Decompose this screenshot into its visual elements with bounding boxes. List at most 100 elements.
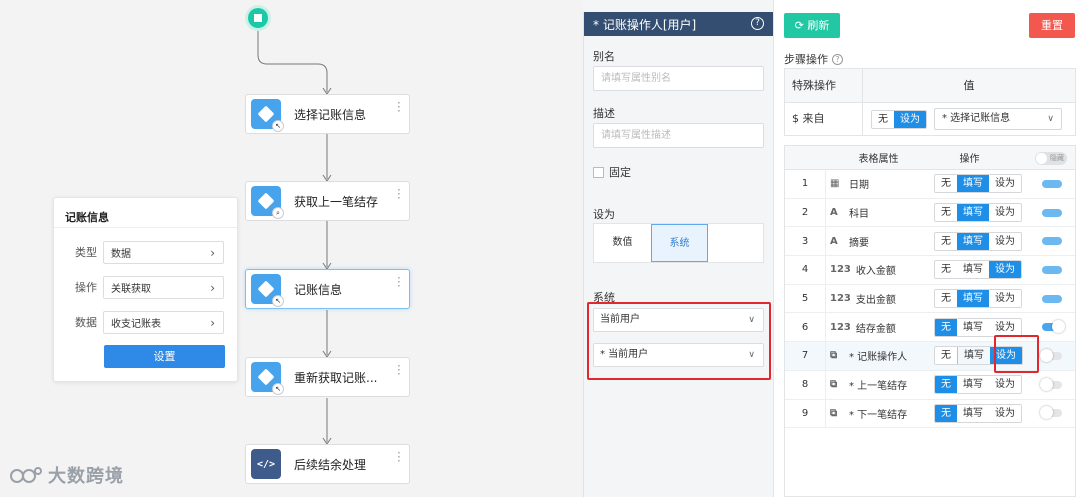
op-option[interactable]: 设为 — [989, 318, 1021, 336]
more-icon[interactable]: · · · — [397, 97, 401, 117]
node-label: 获取上一笔结存 — [294, 194, 379, 209]
field-type-icon: ⧉ — [830, 407, 838, 419]
source-select[interactable]: * 选择记账信息 ∨ — [934, 108, 1062, 130]
row-visibility-toggle[interactable] — [1040, 406, 1062, 420]
field-type-icon: A — [830, 207, 838, 219]
op-option[interactable]: 填写 — [957, 318, 989, 336]
property-table: 表格属性 操作 隐藏 1 ▦ 日期无填写 设为 2 A 科目无填写 设为 3 A 摘要无填写 设为 4 1… — [784, 145, 1076, 497]
setas-option-system[interactable]: 系统 — [651, 224, 708, 262]
row-attribute: ⧉ * 上一笔结存 — [825, 370, 932, 399]
hide-all-toggle[interactable]: 隐藏 — [1035, 152, 1067, 165]
row-visibility-toggle[interactable] — [1042, 320, 1065, 334]
table-row[interactable]: 9 ⧉ * 下一笔结存无填写 设为 — [785, 399, 1075, 429]
row-op-toggle: 无填写 设为 — [934, 174, 1022, 194]
flow-node-get-last[interactable]: ⌕ 获取上一笔结存 · · · — [245, 181, 410, 221]
cube-cursor-icon: ↖ — [251, 362, 284, 395]
settings-button[interactable]: 设置 — [104, 345, 225, 368]
op-option[interactable]: 无 — [935, 404, 957, 422]
type-select[interactable]: 数据 › — [103, 240, 224, 264]
row-visibility-toggle[interactable] — [1042, 208, 1062, 217]
row-number: 5 — [801, 293, 809, 305]
field-type-icon: ⧉ — [830, 350, 838, 362]
row-visibility-toggle[interactable] — [1040, 348, 1062, 362]
row-visibility-toggle[interactable] — [1040, 377, 1062, 391]
row-attribute: A 摘要 — [825, 227, 932, 256]
op-option[interactable]: 无 — [935, 290, 957, 308]
row-visibility-toggle[interactable] — [1042, 179, 1062, 188]
op-option[interactable]: 填写 — [957, 347, 990, 365]
op-option[interactable]: 无 — [935, 376, 957, 394]
field-type-icon: ⧉ — [830, 379, 838, 391]
row-op-toggle: 无填写 设为 — [934, 231, 1022, 251]
watermark-logo-icon — [10, 467, 42, 483]
row-visibility-toggle[interactable] — [1042, 294, 1062, 303]
step-ops-title: 步骤操作? — [784, 51, 843, 67]
op-option[interactable]: 设为 — [989, 290, 1021, 308]
node-label: 记账信息 — [294, 282, 343, 297]
table-row[interactable]: 8 ⧉ * 上一笔结存无填写 设为 — [785, 370, 1075, 400]
chevron-right-icon: › — [210, 280, 215, 295]
op-option[interactable]: 无 — [935, 347, 957, 365]
reset-button[interactable]: 重置 — [1029, 13, 1075, 38]
more-icon[interactable]: · · · — [397, 184, 401, 204]
help-icon[interactable]: ? — [832, 53, 843, 65]
flow-node-select[interactable]: ↖ 选择记账信息 · · · — [245, 94, 410, 134]
row-visibility-toggle[interactable] — [1042, 237, 1062, 246]
op-option[interactable]: 填写 — [957, 261, 989, 279]
op-option[interactable]: 填写 — [957, 175, 989, 193]
table-row[interactable]: 2 A 科目无填写 设为 — [785, 198, 1075, 228]
table-header: 表格属性 操作 隐藏 — [785, 146, 1075, 170]
op-option[interactable]: 设为 — [989, 261, 1021, 279]
table-row[interactable]: 5 123 支出金额无填写 设为 — [785, 284, 1075, 314]
row-visibility-toggle[interactable] — [1042, 265, 1062, 274]
row-number: 1 — [801, 178, 809, 190]
table-row[interactable]: 4 123 收入金额无填写 设为 — [785, 256, 1075, 285]
op-option[interactable]: 无 — [935, 232, 957, 250]
more-icon[interactable]: · · · — [397, 360, 401, 380]
alias-input[interactable]: 请填写属性别名 — [593, 66, 764, 91]
row-op-toggle: 无填写 设为 — [934, 289, 1022, 309]
row-op-toggle: 无填写 设为 — [934, 260, 1022, 280]
cube-search-icon: ⌕ — [251, 186, 284, 219]
table-row[interactable]: 1 ▦ 日期无填写 设为 — [785, 170, 1075, 199]
setas-option-value[interactable]: 数值 — [594, 224, 651, 262]
data-select[interactable]: 收支记账表 › — [103, 310, 224, 334]
op-option[interactable]: 无 — [935, 204, 957, 222]
special-ops-table: 特殊操作 值 $ 来自 无 设为 * 选择记账信息 ∨ — [784, 68, 1076, 136]
help-icon[interactable]: ? — [751, 17, 764, 30]
op-option[interactable]: 设为 — [989, 232, 1021, 250]
start-flag-icon[interactable] — [248, 8, 268, 28]
op-option[interactable]: 填写 — [957, 376, 989, 394]
refresh-button[interactable]: ⟳ 刷新 — [784, 13, 840, 38]
op-option[interactable]: 设为 — [989, 204, 1021, 222]
option-none[interactable]: 无 — [872, 110, 894, 128]
operation-select[interactable]: 关联获取 › — [103, 275, 224, 299]
operations-panel: ⟳ 刷新 重置 步骤操作? 特殊操作 值 $ 来自 无 设为 * 选择记账信息 ∨… — [773, 0, 1080, 497]
flow-node-refetch[interactable]: ↖ 重新获取记账... · · · — [245, 357, 410, 397]
op-option[interactable]: 填写 — [957, 290, 989, 308]
op-option[interactable]: 填写 — [957, 204, 989, 222]
flow-node-record[interactable]: ↖ 记账信息 · · · — [245, 269, 410, 309]
op-option[interactable]: 设为 — [989, 175, 1021, 193]
table-row[interactable]: 3 A 摘要无填写 设为 — [785, 227, 1075, 257]
op-option[interactable]: 无 — [935, 318, 957, 336]
op-option[interactable]: 填写 — [957, 232, 989, 250]
desc-input[interactable]: 请填写属性描述 — [593, 123, 764, 148]
card-row-data: 数据 收支记账表 › — [54, 310, 239, 334]
more-icon[interactable]: · · · — [397, 447, 401, 467]
op-option[interactable]: 填写 — [957, 404, 989, 422]
op-option[interactable]: 无 — [935, 261, 957, 279]
alias-label: 别名 — [593, 50, 615, 63]
panel-header: * 记账操作人[用户] ? — [584, 12, 773, 36]
flow-node-followup[interactable]: </> 后续结余处理 · · · — [245, 444, 410, 484]
op-option[interactable]: 设为 — [989, 404, 1021, 422]
op-option[interactable]: 设为 — [989, 376, 1021, 394]
option-setas[interactable]: 设为 — [894, 110, 926, 128]
op-option[interactable]: 无 — [935, 175, 957, 193]
flow-canvas[interactable]: ↖ 选择记账信息 · · · ⌕ 获取上一笔结存 · · · ↖ 记账信息 · · · ↖ … — [0, 0, 583, 497]
more-icon[interactable]: · · · — [397, 272, 401, 292]
cube-cursor-icon: ↖ — [251, 274, 284, 307]
chevron-right-icon: › — [210, 315, 215, 330]
row-number: 8 — [801, 379, 809, 391]
fixed-checkbox[interactable]: 固定 — [593, 164, 631, 180]
